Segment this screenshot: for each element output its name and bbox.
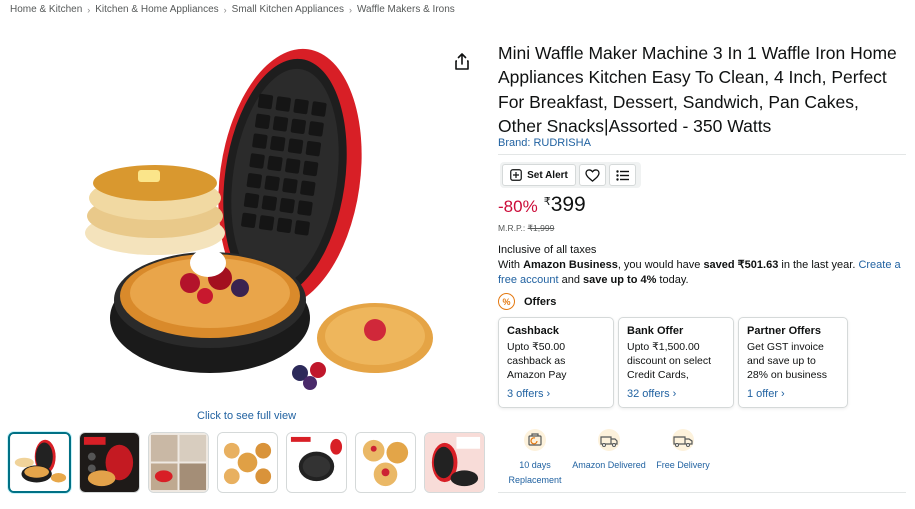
offer-card-bank[interactable]: Bank Offer Upto ₹1,500.00 discount on se… (618, 317, 734, 408)
offer-card-desc: Upto ₹50.00 cashback as Amazon Pay Balan… (507, 341, 567, 381)
chevron-right-icon: › (348, 4, 352, 15)
wishlist-button[interactable] (579, 164, 606, 186)
product-title: Mini Waffle Maker Machine 3 In 1 Waffle … (498, 43, 897, 136)
thumbnail-5[interactable] (286, 432, 347, 493)
thumbnail-7[interactable] (424, 432, 485, 493)
feature-label: Free Delivery (656, 460, 710, 470)
offer-card-title: Partner Offers (747, 325, 821, 337)
thumbnail-image (149, 433, 208, 492)
list-button[interactable] (609, 164, 636, 186)
currency-symbol: ₹ (543, 196, 551, 208)
breadcrumb-kitchen-appliances[interactable]: Kitchen & Home Appliances (95, 4, 218, 15)
breadcrumb-waffle-makers[interactable]: Waffle Makers & Irons (357, 4, 455, 15)
offers-heading: % Offers (498, 293, 556, 310)
set-alert-button[interactable]: Set Alert (502, 164, 576, 186)
feature-replacement[interactable]: 10 days Replacement (498, 428, 572, 488)
brand-link[interactable]: Brand: RUDRISHA (498, 137, 591, 149)
offer-card-title: Bank Offer (627, 325, 684, 337)
thumbnail-image (11, 434, 68, 491)
feature-amazon-delivered[interactable]: Amazon Delivered (572, 428, 646, 488)
feature-label: 10 days Replacement (508, 460, 562, 485)
text-fragment: With (498, 259, 524, 271)
see-full-view-link[interactable]: Click to see full view (197, 410, 296, 422)
thumbnail-4[interactable] (217, 432, 278, 493)
offer-card-link[interactable]: 1 offer › (747, 388, 785, 400)
text-fragment: , you would have (617, 259, 704, 271)
chevron-right-icon: › (223, 4, 227, 15)
feature-label: Amazon Delivered (572, 460, 646, 470)
thumbnail-strip (8, 432, 485, 493)
replacement-icon (524, 429, 546, 451)
offer-card-link[interactable]: 3 offers › (507, 388, 550, 400)
action-bar: Set Alert (500, 162, 641, 188)
share-icon[interactable] (454, 53, 470, 71)
breadcrumb-small-appliances[interactable]: Small Kitchen Appliances (232, 4, 344, 15)
feature-icons: 10 days Replacement Amazon Delivered Fre… (498, 428, 720, 488)
thumbnail-3[interactable] (148, 432, 209, 493)
text-fragment: and (558, 274, 584, 286)
taxes-note: Inclusive of all taxes (498, 244, 597, 256)
business-name: Amazon Business (523, 259, 618, 271)
thumbnail-image (356, 433, 415, 492)
offer-card-desc: Upto ₹1,500.00 discount on select Credit… (627, 341, 712, 381)
save-up-to: save up to 4% (583, 274, 657, 286)
breadcrumb-home-kitchen[interactable]: Home & Kitchen (10, 4, 82, 15)
heart-icon (585, 168, 600, 182)
offer-card-cashback[interactable]: Cashback Upto ₹50.00 cashback as Amazon … (498, 317, 614, 408)
thumbnail-2[interactable] (79, 432, 140, 493)
offer-card-desc: Get GST invoice and save up to 28% on bu… (747, 341, 827, 381)
price-amount: 399 (550, 193, 586, 216)
plus-square-icon (510, 169, 522, 181)
offer-cards: Cashback Upto ₹50.00 cashback as Amazon … (498, 317, 848, 408)
chevron-right-icon: › (87, 4, 91, 15)
product-main-image[interactable] (60, 38, 440, 408)
tax-business-info: Inclusive of all taxes With Amazon Busin… (498, 243, 908, 288)
free-delivery-icon (672, 429, 694, 451)
divider (498, 492, 906, 493)
offer-card-title: Cashback (507, 325, 559, 337)
breadcrumb: Home & Kitchen › Kitchen & Home Applianc… (10, 4, 455, 15)
set-alert-label: Set Alert (527, 169, 568, 181)
thumbnail-image (425, 433, 484, 492)
offer-card-partner[interactable]: Partner Offers Get GST invoice and save … (738, 317, 848, 408)
divider (498, 154, 906, 155)
feature-free-delivery[interactable]: Free Delivery (646, 428, 720, 488)
offers-title: Offers (524, 295, 557, 308)
thumbnail-image (80, 433, 139, 492)
mrp-label: M.R.P.: (498, 223, 526, 233)
list-icon (616, 169, 629, 181)
business-savings: With Amazon Business, you would have sav… (498, 258, 908, 288)
saved-amount: saved ₹501.63 (703, 259, 779, 271)
mrp: M.R.P.: ₹1,999 (498, 223, 554, 234)
delivery-van-icon (598, 429, 620, 451)
offers-badge-icon: % (498, 293, 515, 310)
text-fragment: in the last year. (778, 259, 859, 271)
thumbnail-image (218, 433, 277, 492)
price-block: -80% ₹ 399 (498, 193, 586, 217)
thumbnail-6[interactable] (355, 432, 416, 493)
thumbnail-image (287, 433, 346, 492)
discount-percent: -80% (498, 197, 538, 216)
mrp-value: ₹1,999 (527, 223, 555, 233)
thumbnail-1[interactable] (8, 432, 71, 493)
text-fragment: today. (656, 274, 689, 286)
offer-card-link[interactable]: 32 offers › (627, 388, 676, 400)
